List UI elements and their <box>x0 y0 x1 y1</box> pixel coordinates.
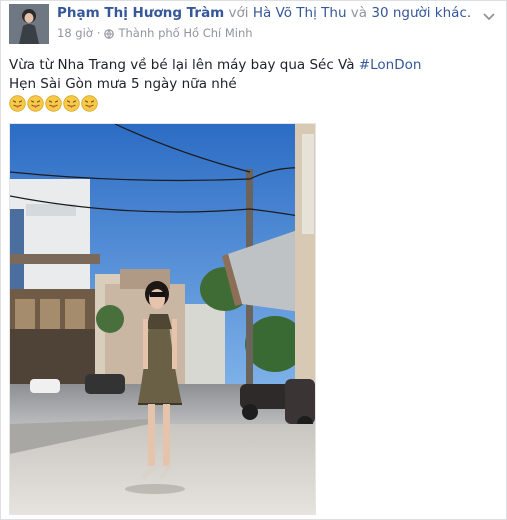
meta-separator: · <box>96 26 101 40</box>
emoji-row <box>9 95 421 112</box>
author-avatar[interactable] <box>9 4 49 44</box>
tagged-friend-link[interactable]: Hà Võ Thị Thu <box>253 5 347 21</box>
post-header: Phạm Thị Hương Tràm với Hà Võ Thị Thu và… <box>57 5 471 21</box>
and-label: và <box>350 5 368 21</box>
timestamp-link[interactable]: 18 giờ <box>57 26 93 40</box>
post-meta: 18 giờ · Thành phố Hồ Chí Minh <box>57 26 253 40</box>
tongue-out-face-icon <box>81 95 98 112</box>
post-text-line-1-plain: Vừa từ Nha Trang về bé lại lên máy bay q… <box>9 57 359 73</box>
post-body-text: Vừa từ Nha Trang về bé lại lên máy bay q… <box>9 56 421 112</box>
globe-icon <box>104 28 115 39</box>
post-text-line-2: Hẹn Sài Gòn mưa 5 ngày nữa nhé <box>9 75 237 92</box>
tongue-out-face-icon <box>27 95 44 112</box>
hashtag-link[interactable]: #LonDon <box>359 57 422 73</box>
author-name-link[interactable]: Phạm Thị Hương Tràm <box>57 5 224 21</box>
with-label: với <box>228 5 249 21</box>
post-text-line-1: Vừa từ Nha Trang về bé lại lên máy bay q… <box>9 56 421 75</box>
tongue-out-face-icon <box>63 95 80 112</box>
post-photo[interactable] <box>9 123 316 515</box>
tongue-out-face-icon <box>45 95 62 112</box>
post-card: Phạm Thị Hương Tràm với Hà Võ Thị Thu và… <box>0 0 507 520</box>
location-link[interactable]: Thành phố Hồ Chí Minh <box>118 26 252 40</box>
tongue-out-face-icon <box>9 95 26 112</box>
tagged-others-link[interactable]: 30 người khác. <box>371 5 471 21</box>
chevron-down-icon[interactable] <box>482 7 496 21</box>
